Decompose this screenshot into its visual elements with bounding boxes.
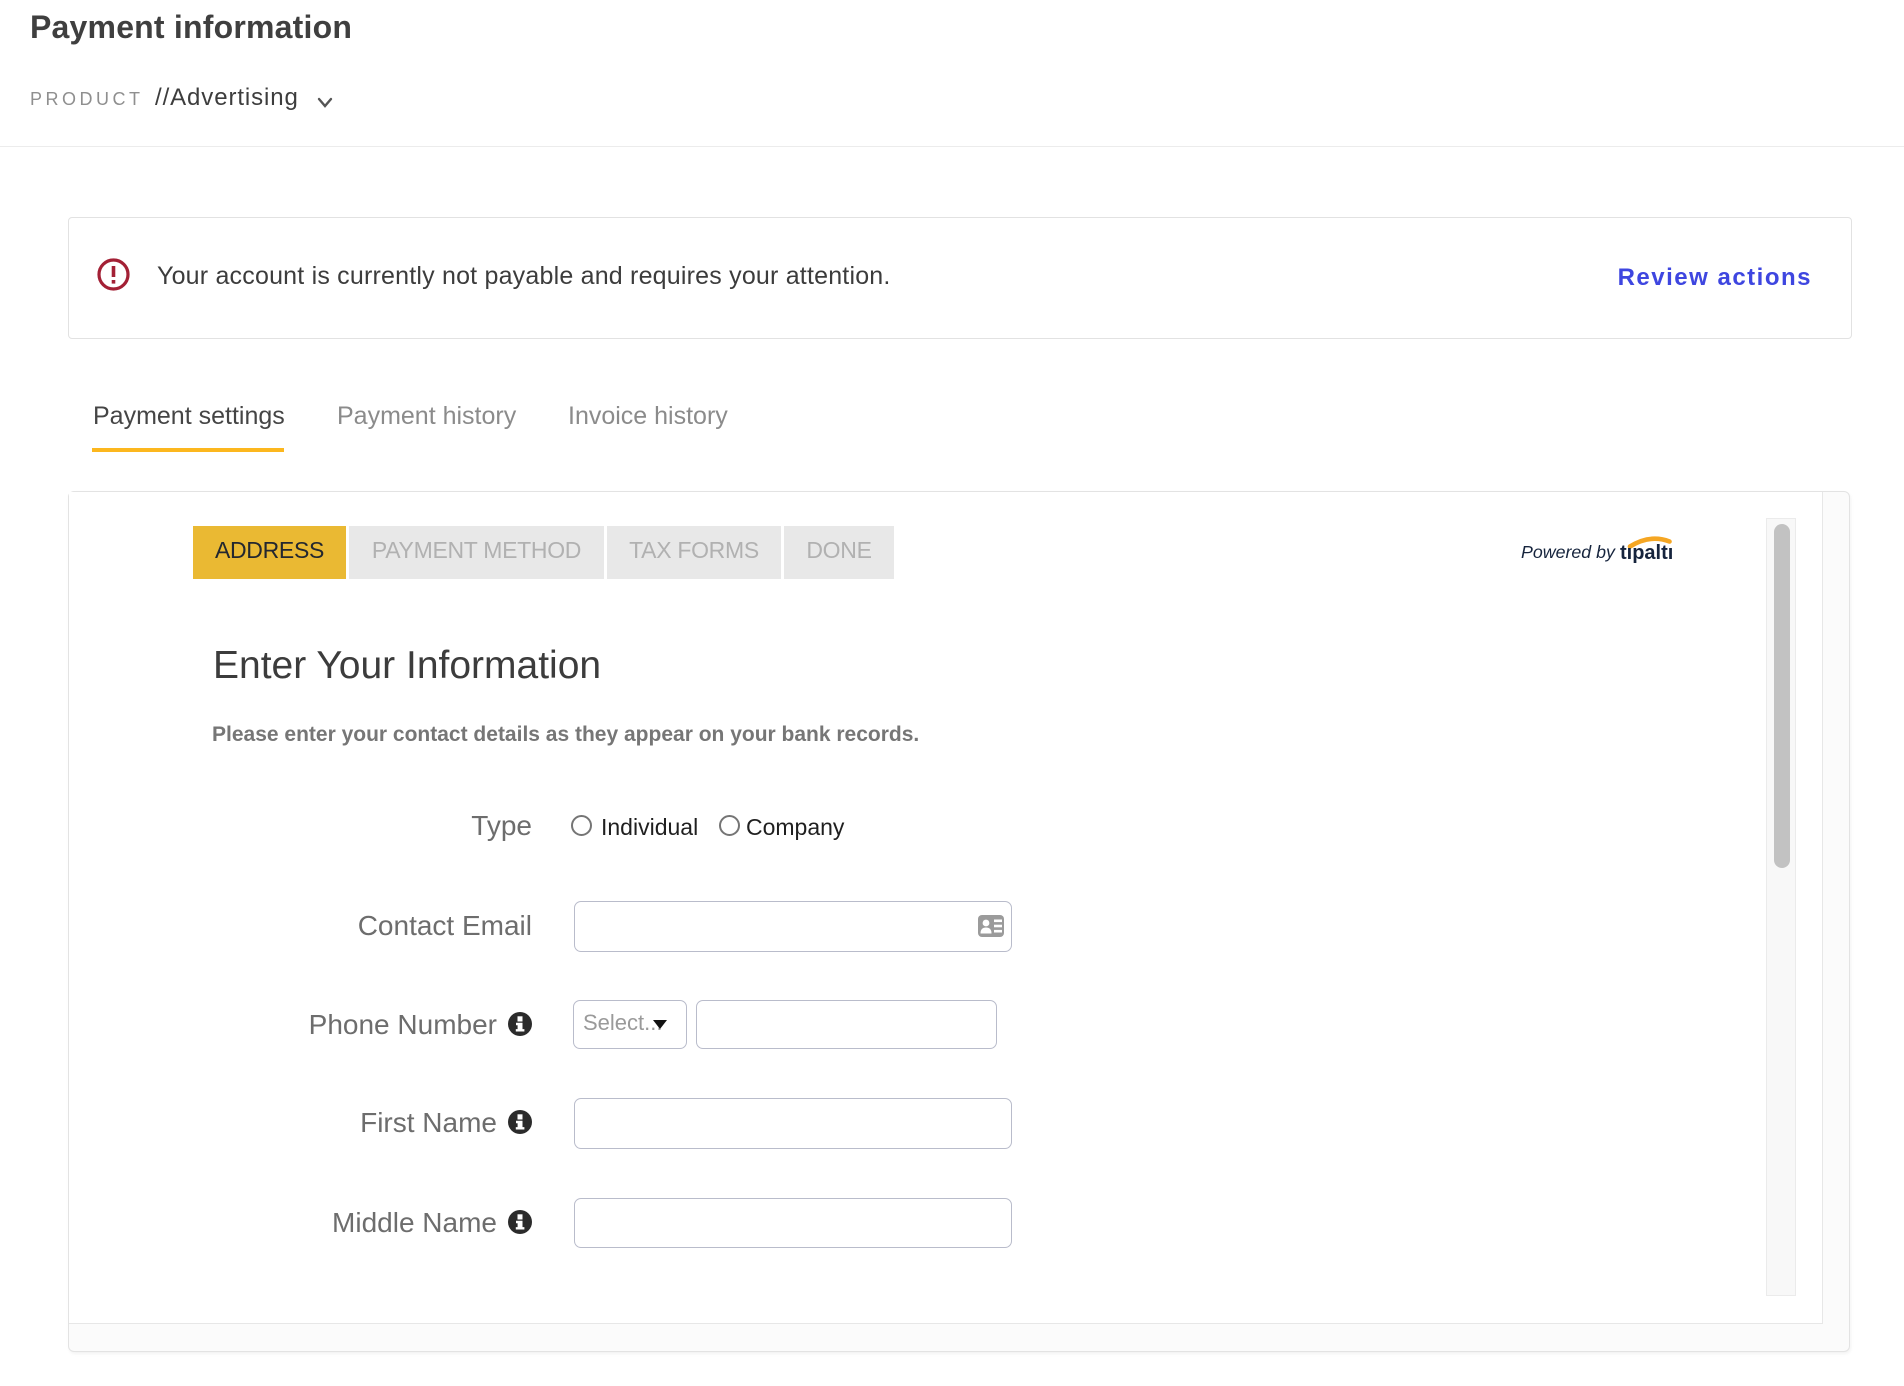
svg-text:tıpaltı: tıpaltı — [1620, 542, 1673, 564]
